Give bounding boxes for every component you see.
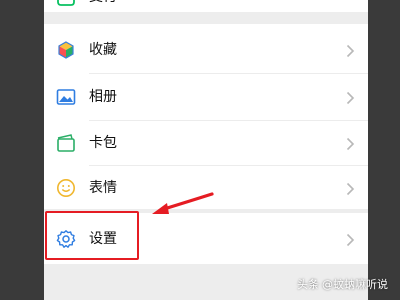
watermark-logo: 头条 bbox=[297, 278, 319, 291]
payment-icon bbox=[56, 0, 76, 10]
settings-highlight-box bbox=[45, 211, 139, 260]
menu-item-label: 卡包 bbox=[89, 135, 117, 151]
chevron-right-icon bbox=[346, 232, 355, 247]
chevron-right-icon bbox=[346, 43, 355, 58]
payment-card: 支付 bbox=[44, 0, 368, 12]
menu-item-label: 表情 bbox=[89, 180, 117, 196]
right-dark-margin bbox=[368, 0, 400, 300]
chevron-right-icon bbox=[346, 181, 355, 196]
left-dark-margin bbox=[0, 0, 44, 300]
menu-item-label: 支付 bbox=[89, 0, 117, 9]
menu-item-album[interactable]: 相册 bbox=[44, 74, 368, 120]
photo-album-icon bbox=[56, 87, 76, 107]
chevron-right-icon bbox=[346, 90, 355, 105]
menu-item-label: 相册 bbox=[89, 89, 117, 105]
card-wallet-icon bbox=[56, 133, 76, 153]
menu-item-cards[interactable]: 卡包 bbox=[44, 120, 368, 166]
watermark: 头条 @蚊蚋嘛听说 bbox=[297, 276, 388, 292]
watermark-handle: @蚊蚋嘛听说 bbox=[322, 278, 388, 291]
menu-item-favorites[interactable]: 收藏 bbox=[44, 27, 368, 73]
smiley-icon bbox=[56, 178, 76, 198]
menu-card: 收藏 相册 卡包 表情 bbox=[44, 24, 368, 209]
favorites-cube-icon bbox=[56, 40, 76, 60]
menu-item-label: 收藏 bbox=[89, 42, 117, 58]
screen: 支付 收藏 bbox=[0, 0, 400, 300]
annotation-arrow-icon bbox=[152, 192, 214, 214]
chevron-right-icon bbox=[346, 136, 355, 151]
